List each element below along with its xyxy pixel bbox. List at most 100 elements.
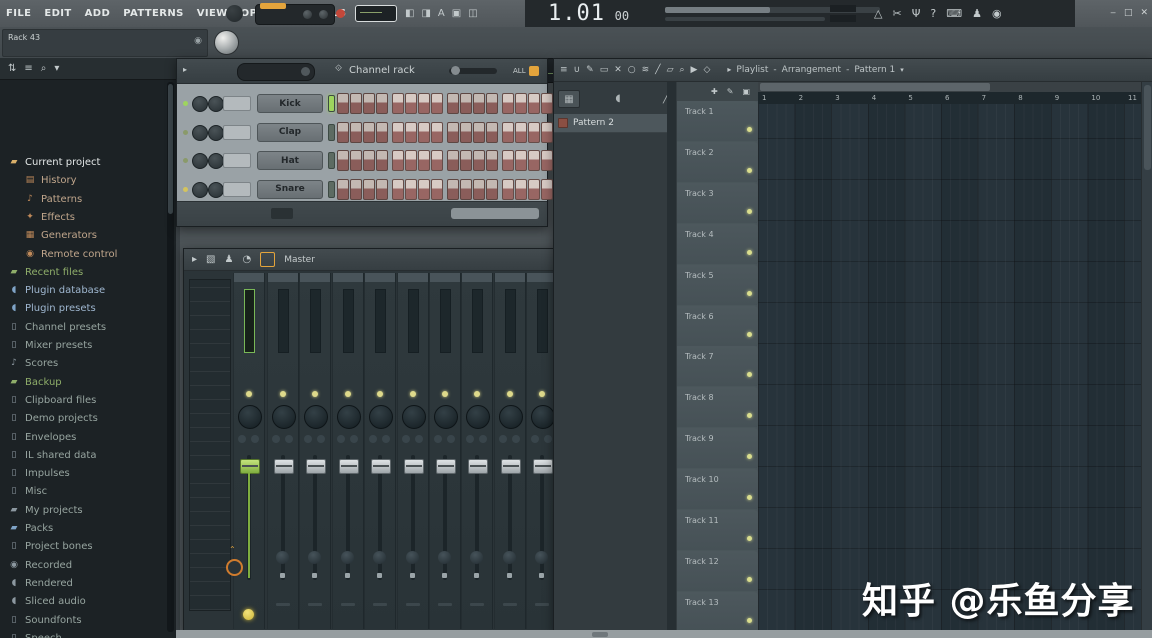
typing-keyboard-icon[interactable]: A bbox=[438, 9, 445, 19]
strip-pan-knob[interactable] bbox=[272, 405, 296, 429]
browser-item-soundfonts[interactable]: ▯Soundfonts bbox=[8, 612, 168, 629]
delete-tool-icon[interactable]: ✕ bbox=[614, 66, 622, 75]
misc-tool-icon[interactable]: ◇ bbox=[703, 66, 710, 75]
track-led[interactable] bbox=[747, 291, 752, 296]
playlist-vscroll-handle[interactable] bbox=[1144, 85, 1151, 170]
main-pad-button[interactable] bbox=[226, 5, 243, 22]
browser-item-speech[interactable]: ▯Speech bbox=[8, 630, 168, 638]
channel-led[interactable] bbox=[183, 187, 188, 192]
step-cell[interactable] bbox=[363, 122, 375, 143]
track-header-8[interactable]: Track 8 bbox=[677, 387, 758, 428]
picker-item-pattern-2[interactable]: Pattern 2 bbox=[554, 114, 669, 133]
strip-fader-cap[interactable] bbox=[404, 459, 424, 474]
mixer-strip-insert-5[interactable] bbox=[397, 273, 429, 629]
monitor-knob-a[interactable] bbox=[303, 10, 312, 19]
step-cell[interactable] bbox=[392, 93, 404, 114]
track-led[interactable] bbox=[747, 454, 752, 459]
track-header-5[interactable]: Track 5 bbox=[677, 265, 758, 306]
mixer-strip-insert-6[interactable] bbox=[429, 273, 461, 629]
step-cell[interactable] bbox=[473, 150, 485, 171]
step-cell[interactable] bbox=[392, 122, 404, 143]
strip-fader-cap[interactable] bbox=[436, 459, 456, 474]
step-cell[interactable] bbox=[363, 150, 375, 171]
step-cell[interactable] bbox=[431, 93, 443, 114]
track-header-3[interactable]: Track 3 bbox=[677, 183, 758, 224]
playlist-grid[interactable] bbox=[758, 104, 1142, 631]
strip-led[interactable] bbox=[377, 391, 383, 397]
track-led[interactable] bbox=[747, 209, 752, 214]
browser-item-envelopes[interactable]: ▯Envelopes bbox=[8, 429, 168, 446]
strip-pan-knob[interactable] bbox=[434, 405, 458, 429]
channel-route-box[interactable] bbox=[223, 153, 251, 168]
output-monitor-icon[interactable]: ◧ bbox=[405, 9, 414, 19]
mixer-selected-frame-icon[interactable] bbox=[260, 252, 275, 267]
strip-fader-cap[interactable] bbox=[274, 459, 294, 474]
minimize-icon[interactable]: ‒ bbox=[1110, 9, 1116, 18]
step-cell[interactable] bbox=[515, 150, 527, 171]
track-led[interactable] bbox=[747, 372, 752, 377]
strip-send-knob[interactable] bbox=[466, 435, 474, 443]
strip-stereo-knob[interactable] bbox=[544, 435, 552, 443]
step-cell[interactable] bbox=[486, 150, 498, 171]
browser-filter-icon[interactable]: ▾ bbox=[54, 64, 59, 74]
strip-pan-knob[interactable] bbox=[337, 405, 361, 429]
track-led[interactable] bbox=[747, 250, 752, 255]
step-cell[interactable] bbox=[473, 122, 485, 143]
edit-tracks-icon[interactable]: ✎ bbox=[727, 88, 734, 96]
step-cell[interactable] bbox=[502, 150, 514, 171]
step-cell[interactable] bbox=[460, 150, 472, 171]
step-cell[interactable] bbox=[515, 179, 527, 200]
step-cell[interactable] bbox=[431, 150, 443, 171]
channel-pan-knob[interactable] bbox=[192, 125, 208, 141]
strip-pan-knob[interactable] bbox=[369, 405, 393, 429]
zoom-tool-icon[interactable]: ⌕ bbox=[680, 66, 685, 75]
menu-item-patterns[interactable]: PATTERNS bbox=[123, 8, 184, 19]
playlist-arrangement-label[interactable]: Arrangement bbox=[782, 65, 841, 75]
step-cell[interactable] bbox=[528, 93, 540, 114]
channel-button[interactable]: Hat bbox=[257, 151, 323, 170]
browser-item-recent-files[interactable]: ▰Recent files bbox=[8, 264, 168, 281]
step-cell[interactable] bbox=[376, 122, 388, 143]
close-icon[interactable]: ✕ bbox=[1140, 9, 1148, 18]
playlist-menu-icon[interactable]: ≡ bbox=[560, 66, 568, 75]
channel-led[interactable] bbox=[183, 101, 188, 106]
strip-stereo-knob[interactable] bbox=[251, 435, 259, 443]
step-cell[interactable] bbox=[337, 93, 349, 114]
strip-fader-cap[interactable] bbox=[240, 459, 260, 474]
track-led[interactable] bbox=[747, 495, 752, 500]
step-cell[interactable] bbox=[502, 122, 514, 143]
metronome-icon[interactable]: △ bbox=[874, 8, 882, 19]
add-track-icon[interactable]: ✚ bbox=[711, 88, 718, 96]
menu-item-add[interactable]: ADD bbox=[85, 8, 111, 19]
step-cell[interactable] bbox=[541, 179, 553, 200]
tempo-box-bottom[interactable] bbox=[830, 15, 856, 22]
rack-add-channel-box[interactable] bbox=[271, 208, 293, 219]
menu-item-edit[interactable]: EDIT bbox=[44, 8, 71, 19]
paint-tool-icon[interactable]: ▭ bbox=[600, 66, 609, 75]
strip-stereo-knob[interactable] bbox=[479, 435, 487, 443]
playlist-hscroll-handle[interactable] bbox=[760, 83, 990, 91]
step-cell[interactable] bbox=[418, 150, 430, 171]
strip-pan-knob[interactable] bbox=[402, 405, 426, 429]
browser-item-impulses[interactable]: ▯Impulses bbox=[8, 465, 168, 482]
strip-stereo-knob[interactable] bbox=[285, 435, 293, 443]
step-cell[interactable] bbox=[473, 179, 485, 200]
channel-rack-header[interactable]: ▸ ⟐ Channel rack ALL bbox=[177, 59, 547, 84]
strip-send-knob[interactable] bbox=[337, 435, 345, 443]
step-cell[interactable] bbox=[486, 179, 498, 200]
step-cell[interactable] bbox=[460, 93, 472, 114]
strip-route-knob[interactable] bbox=[406, 551, 419, 564]
browser-item-rendered[interactable]: ◖Rendered bbox=[8, 575, 168, 592]
strip-send-knob[interactable] bbox=[272, 435, 280, 443]
picker-patterns-tab[interactable]: ▦ bbox=[558, 90, 580, 108]
strip-fader-cap[interactable] bbox=[371, 459, 391, 474]
step-cell[interactable] bbox=[350, 93, 362, 114]
step-cell[interactable] bbox=[376, 150, 388, 171]
channel-button[interactable]: Kick bbox=[257, 94, 323, 113]
strip-stereo-knob[interactable] bbox=[350, 435, 358, 443]
strip-pan-knob[interactable] bbox=[531, 405, 555, 429]
pencil-tool-icon[interactable]: ✎ bbox=[586, 66, 594, 75]
select-tool-icon[interactable]: ▱ bbox=[667, 66, 674, 75]
step-cell[interactable] bbox=[392, 179, 404, 200]
strip-led[interactable] bbox=[474, 391, 480, 397]
